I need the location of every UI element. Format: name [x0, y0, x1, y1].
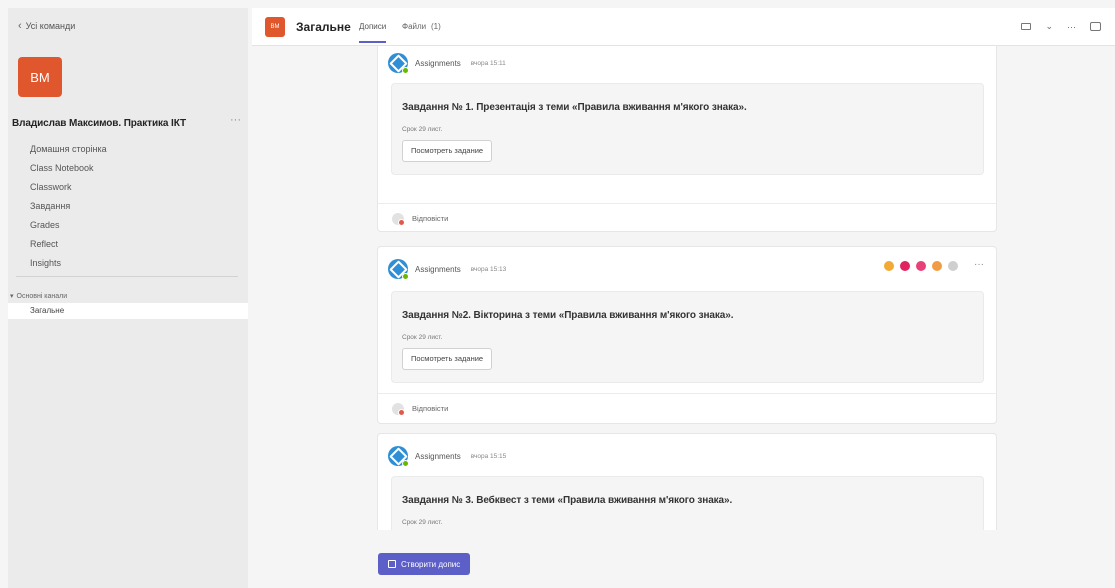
tab-files[interactable]: Файли [402, 22, 426, 31]
post-time: вчора 15:13 [470, 265, 507, 273]
posts-feed: Assignments вчора 15:11 Завдання № 1. Пр… [377, 46, 997, 530]
video-camera-icon[interactable] [1021, 23, 1032, 30]
view-assignment-button[interactable]: Посмотреть задание [402, 140, 493, 162]
chevron-left-icon: ‹ [18, 20, 22, 32]
team-sidebar: ‹ Усі команди ВМ Владислав Максимов. Пра… [8, 8, 248, 588]
reply-row[interactable]: Відповісти [378, 393, 997, 423]
team-name[interactable]: Владислав Максимов. Практика ІКТ [12, 118, 186, 129]
assignments-app-icon[interactable] [388, 446, 409, 467]
assignments-app-icon[interactable] [388, 259, 409, 280]
assignments-app-icon[interactable] [388, 53, 409, 74]
nav-item-home[interactable]: Домашня сторінка [30, 140, 107, 159]
team-more-icon[interactable]: ··· [230, 114, 241, 126]
channels-heading[interactable]: ▾ Основні канали [10, 292, 68, 301]
channel-title: Загальне [296, 20, 351, 34]
reply-label[interactable]: Відповісти [412, 404, 448, 413]
nav-item-grades[interactable]: Grades [30, 216, 107, 235]
new-post-button[interactable]: Створити допис [378, 553, 471, 575]
post-card: Assignments вчора 15:11 Завдання № 1. Пр… [377, 46, 997, 232]
post-header: Assignments вчора 15:11 [388, 53, 506, 74]
nav-item-class-notebook[interactable]: Class Notebook [30, 159, 107, 178]
caret-down-icon: ▾ [10, 293, 14, 300]
nav-item-insights[interactable]: Insights [30, 254, 107, 273]
post-card: Assignments вчора 15:13 ··· Завдання №2.… [377, 246, 997, 424]
reply-row[interactable]: Відповісти [378, 203, 997, 233]
assignment-card: Завдання №2. Вікторина з теми «Правила в… [391, 291, 984, 383]
assignment-due: Срок 29 лист. [402, 126, 443, 133]
more-options-icon[interactable]: ··· [974, 259, 984, 270]
add-reaction-icon[interactable] [948, 261, 958, 271]
post-time: вчора 15:11 [470, 59, 506, 67]
post-sender[interactable]: Assignments [415, 59, 461, 68]
panel-icon[interactable] [1090, 22, 1101, 31]
channels-heading-label: Основні канали [16, 292, 68, 300]
channel-item-general[interactable]: Загальне [8, 303, 248, 319]
surprised-icon[interactable] [932, 261, 942, 271]
heart-icon[interactable] [900, 261, 910, 271]
chevron-down-icon[interactable]: ⌄ [1045, 21, 1053, 32]
laugh-icon[interactable] [916, 261, 926, 271]
assignment-card: Завдання № 3. Вебквест з теми «Правила в… [391, 476, 984, 530]
reply-label[interactable]: Відповісти [412, 214, 448, 223]
compose-icon [388, 560, 396, 568]
header-actions: ⌄ ··· [1021, 21, 1101, 32]
assignment-title: Завдання № 3. Вебквест з теми «Правила в… [402, 495, 733, 506]
channel-header: ВМ Загальне Дописи Файли (1) ⌄ ··· [252, 8, 1115, 46]
tab-add[interactable]: (1) [431, 22, 441, 31]
post-header: Assignments вчора 15:13 [388, 259, 507, 280]
nav-item-classwork[interactable]: Classwork [30, 178, 107, 197]
team-avatar[interactable]: ВМ [18, 57, 62, 97]
nav-item-reflect[interactable]: Reflect [30, 235, 107, 254]
post-card: Assignments вчора 15:15 Завдання № 3. Ве… [377, 433, 997, 530]
back-to-teams-link[interactable]: ‹ Усі команди [18, 20, 75, 32]
assignment-due: Срок 29 лист. [402, 334, 443, 341]
more-icon[interactable]: ··· [1067, 22, 1076, 32]
assignment-due: Срок 29 лист. [402, 519, 443, 526]
channel-avatar: ВМ [265, 17, 285, 37]
thumbs-up-icon[interactable] [884, 261, 894, 271]
post-sender[interactable]: Assignments [415, 265, 461, 274]
nav-item-assignments[interactable]: Завдання [30, 197, 107, 216]
avatar [392, 402, 405, 416]
back-label: Усі команди [25, 21, 76, 31]
sidebar-divider [16, 276, 238, 277]
channel-pane: ВМ Загальне Дописи Файли (1) ⌄ ··· Assig… [252, 8, 1115, 588]
reaction-bar [884, 261, 958, 271]
post-time: вчора 15:15 [470, 452, 507, 460]
post-header: Assignments вчора 15:15 [388, 446, 507, 467]
team-nav: Домашня сторінка Class Notebook Classwor… [30, 140, 107, 273]
post-sender[interactable]: Assignments [415, 452, 461, 461]
assignment-card: Завдання № 1. Презентація з теми «Правил… [391, 83, 984, 175]
assignment-title: Завдання № 1. Презентація з теми «Правил… [402, 102, 747, 113]
assignment-title: Завдання №2. Вікторина з теми «Правила в… [402, 310, 734, 321]
avatar [392, 212, 405, 226]
view-assignment-button[interactable]: Посмотреть задание [402, 348, 493, 370]
tab-posts[interactable]: Дописи [359, 22, 387, 43]
new-post-label: Створити допис [401, 559, 461, 569]
